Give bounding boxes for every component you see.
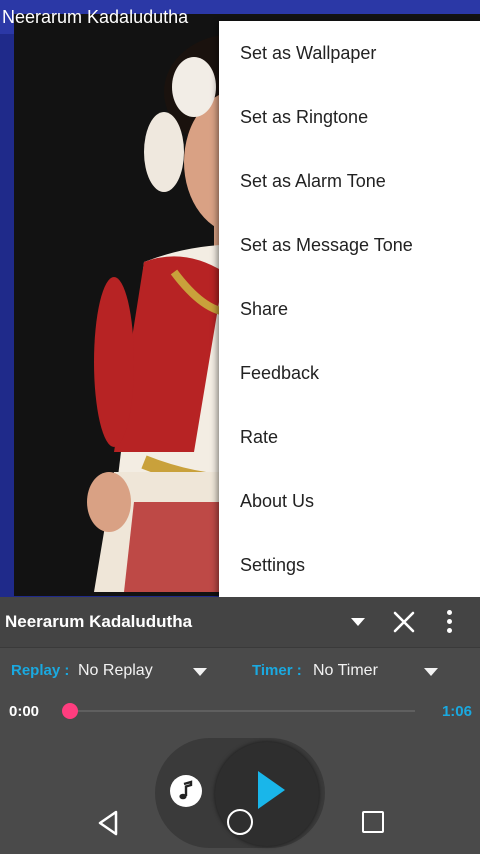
close-icon[interactable]: [392, 610, 416, 634]
current-time: 0:00: [9, 703, 40, 720]
player-header: Neerarum Kadaludutha: [0, 597, 480, 648]
back-icon[interactable]: [94, 808, 124, 838]
menu-item-rate[interactable]: Rate: [219, 405, 480, 469]
menu-item-set-alarm-tone[interactable]: Set as Alarm Tone: [219, 149, 480, 213]
home-icon[interactable]: [227, 809, 253, 835]
seek-bar[interactable]: [62, 703, 415, 719]
chevron-down-icon[interactable]: [351, 618, 365, 626]
more-vert-icon[interactable]: [444, 610, 454, 636]
recent-apps-icon[interactable]: [362, 811, 384, 833]
app-title: Neerarum Kadaludutha: [2, 7, 189, 27]
player-title: Neerarum Kadaludutha: [5, 612, 193, 631]
total-time: 1:06: [441, 703, 472, 720]
menu-item-set-ringtone[interactable]: Set as Ringtone: [219, 85, 480, 149]
menu-item-share[interactable]: Share: [219, 277, 480, 341]
menu-item-about-us[interactable]: About Us: [219, 469, 480, 533]
playback-options: Replay : No Replay Timer : No Timer: [0, 657, 480, 685]
replay-select[interactable]: No Replay: [78, 662, 153, 680]
replay-label: Replay :: [11, 662, 70, 679]
menu-item-set-message-tone[interactable]: Set as Message Tone: [219, 213, 480, 277]
system-nav-bar: [0, 796, 480, 854]
timer-dropdown-icon[interactable]: [424, 668, 438, 676]
overflow-menu: Set as Wallpaper Set as Ringtone Set as …: [219, 21, 480, 597]
menu-item-settings[interactable]: Settings: [219, 533, 480, 597]
timer-select[interactable]: No Timer: [313, 662, 378, 680]
menu-item-feedback[interactable]: Feedback: [219, 341, 480, 405]
replay-dropdown-icon[interactable]: [193, 668, 207, 676]
seek-thumb[interactable]: [62, 703, 78, 719]
timer-label: Timer :: [252, 662, 302, 679]
menu-item-set-wallpaper[interactable]: Set as Wallpaper: [219, 21, 480, 85]
